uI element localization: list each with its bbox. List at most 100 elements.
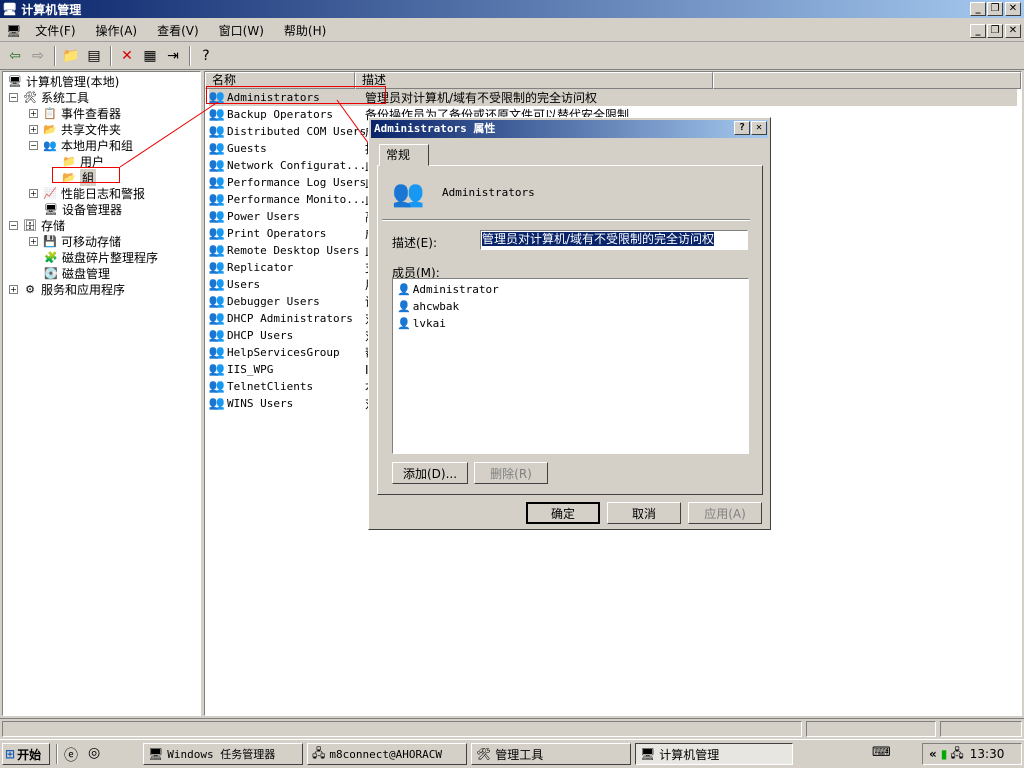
back-arrow-icon[interactable]: ⇦ <box>4 45 26 67</box>
expand-icon[interactable]: + <box>29 108 38 118</box>
user-icon: 👤 <box>397 317 411 330</box>
dialog-close-button[interactable]: ✕ <box>751 121 767 135</box>
event-viewer-icon: 📋 <box>43 106 57 120</box>
disk-icon: 💽 <box>44 266 58 280</box>
forward-arrow-icon[interactable]: ⇨ <box>27 45 49 67</box>
tray-app-icon[interactable]: ▮ <box>941 747 948 761</box>
network-icon[interactable]: ⌨ <box>872 745 891 763</box>
tray-network-icon[interactable]: 🖧 <box>950 744 963 765</box>
export-icon[interactable]: ⇥ <box>162 45 184 67</box>
show-tree-icon[interactable]: ▤ <box>83 45 105 67</box>
menu-window[interactable]: 窗口(W) <box>209 21 274 41</box>
member-item[interactable]: 👤 ahcwbak <box>397 298 459 315</box>
group-row-name: Users <box>227 278 261 291</box>
expand-icon[interactable]: + <box>29 188 38 198</box>
start-button[interactable]: ⊞ 开始 <box>2 743 50 765</box>
expand-icon[interactable]: + <box>29 236 38 246</box>
delete-icon[interactable]: ✕ <box>116 45 138 67</box>
child-close-button[interactable]: ✕ <box>1005 24 1021 38</box>
group-icon: 👥 <box>208 294 226 309</box>
system-tray: « ▮ 🖧 13:30 <box>922 743 1022 765</box>
tree-local-users[interactable]: − 👥 本地用户和组 <box>29 137 133 153</box>
task-remote-connection[interactable]: 🖧 m8connect@AHORACW <box>307 743 467 765</box>
task-admin-tools[interactable]: 🛠 管理工具 <box>471 743 631 765</box>
tree-disk-management[interactable]: 💽 磁盘管理 <box>43 265 110 281</box>
tab-general[interactable]: 常规 <box>379 144 429 166</box>
group-icon: 👥 <box>208 141 226 156</box>
tree-perf-logs[interactable]: + 📈 性能日志和警报 <box>29 185 145 201</box>
tree-defrag[interactable]: 🧩 磁盘碎片整理程序 <box>43 249 158 265</box>
help-icon[interactable]: ? <box>195 45 217 67</box>
collapse-icon[interactable]: − <box>9 220 18 230</box>
ie-icon[interactable]: ⓔ <box>64 745 82 764</box>
group-row-name: Power Users <box>227 210 300 223</box>
add-member-button[interactable]: 添加(D)... <box>392 462 468 484</box>
group-row-name: Guests <box>227 142 267 155</box>
perf-logs-icon: 📈 <box>43 186 57 200</box>
menu-view[interactable]: 查看(V) <box>147 21 209 41</box>
up-folder-icon[interactable]: 📁 <box>60 45 82 67</box>
tree-device-manager[interactable]: 🖥 设备管理器 <box>43 201 122 217</box>
members-list[interactable]: 👤 Administrator 👤 ahcwbak 👤 lvkai <box>392 278 749 454</box>
defrag-icon: 🧩 <box>44 250 58 264</box>
computer-icon: 🖥 <box>8 74 22 88</box>
apply-button[interactable]: 应用(A) <box>688 502 762 524</box>
minimize-button[interactable]: _ <box>970 2 986 16</box>
expand-icon[interactable]: + <box>29 124 38 134</box>
description-label: 描述(E): <box>392 236 437 250</box>
tree-removable-storage[interactable]: + 💾 可移动存储 <box>29 233 121 249</box>
menu-help[interactable]: 帮助(H) <box>274 21 336 41</box>
group-row-name: Performance Monito... <box>227 193 367 206</box>
maximize-button[interactable]: ❐ <box>987 2 1003 16</box>
group-icon: 👥 <box>208 175 226 190</box>
toolbar: ⇦ ⇨ 📁 ▤ ✕ ▦ ⇥ ? <box>0 43 1024 70</box>
menu-file[interactable]: 文件(F) <box>25 21 85 41</box>
properties-icon[interactable]: ▦ <box>139 45 161 67</box>
expand-icon[interactable]: + <box>9 284 18 294</box>
task-task-manager[interactable]: 🖥 Windows 任务管理器 <box>143 743 303 765</box>
app-icon: 🖥 <box>6 23 22 38</box>
tray-expand-button[interactable]: « <box>929 747 937 761</box>
dialog-help-button[interactable]: ? <box>734 121 750 135</box>
group-row-name: WINS Users <box>227 397 294 410</box>
group-icon: 👥 <box>208 277 226 292</box>
tab-panel: 👥 Administrators 描述(E): 管理员对计算机/域有不受限制的完… <box>377 165 763 495</box>
group-row-name: Debugger Users <box>227 295 320 308</box>
dialog-titlebar[interactable]: Administrators 属性 ? ✕ <box>371 120 768 138</box>
member-item[interactable]: 👤 lvkai <box>397 315 446 332</box>
tree-system-tools[interactable]: − 🛠 系统工具 <box>9 89 89 105</box>
group-icon: 👥 <box>208 362 226 377</box>
computer-icon: 🖥 <box>2 2 18 16</box>
group-icon: 👥 <box>208 379 226 394</box>
group-icon: 👥 <box>208 226 226 241</box>
group-row-name: DHCP Administrators <box>227 312 353 325</box>
tree-shared-folders[interactable]: + 📂 共享文件夹 <box>29 121 121 137</box>
task-computer-management[interactable]: 🖥 计算机管理 <box>635 743 793 765</box>
group-icon: 👥 <box>208 158 226 173</box>
menu-action[interactable]: 操作(A) <box>86 21 148 41</box>
group-icon: 👥 <box>208 107 226 122</box>
menubar: 🖥 文件(F) 操作(A) 查看(V) 窗口(W) 帮助(H) _ ❐ ✕ <box>0 20 1024 42</box>
child-restore-button[interactable]: ❐ <box>987 24 1003 38</box>
member-item[interactable]: 👤 Administrator <box>397 281 499 298</box>
collapse-icon[interactable]: − <box>29 140 38 150</box>
tree-root[interactable]: 🖥 计算机管理(本地) <box>7 73 119 89</box>
ok-button[interactable]: 确定 <box>526 502 600 524</box>
collapse-icon[interactable]: − <box>9 92 18 102</box>
close-button[interactable]: ✕ <box>1005 2 1021 16</box>
group-icon: 👥 <box>208 328 226 343</box>
tree-services-apps[interactable]: + ⚙ 服务和应用程序 <box>9 281 125 297</box>
description-field[interactable]: 管理员对计算机/域有不受限制的完全访问权 <box>480 230 748 250</box>
cancel-button[interactable]: 取消 <box>607 502 681 524</box>
quicklaunch-icon[interactable]: ◎ <box>88 745 106 763</box>
column-header-description[interactable]: 描述 <box>355 72 713 89</box>
child-minimize-button[interactable]: _ <box>970 24 986 38</box>
tree-event-viewer[interactable]: + 📋 事件查看器 <box>29 105 121 121</box>
window-titlebar[interactable]: 🖥 计算机管理 _ ❐ ✕ <box>0 0 1024 18</box>
window-title: 计算机管理 <box>21 2 82 17</box>
group-icon: 👥 <box>392 179 425 209</box>
tree-storage[interactable]: − 🗄 存储 <box>9 217 65 233</box>
group-row-name: Remote Desktop Users <box>227 244 360 257</box>
computer-icon: 🖥 <box>640 747 656 761</box>
remove-member-button[interactable]: 删除(R) <box>474 462 548 484</box>
